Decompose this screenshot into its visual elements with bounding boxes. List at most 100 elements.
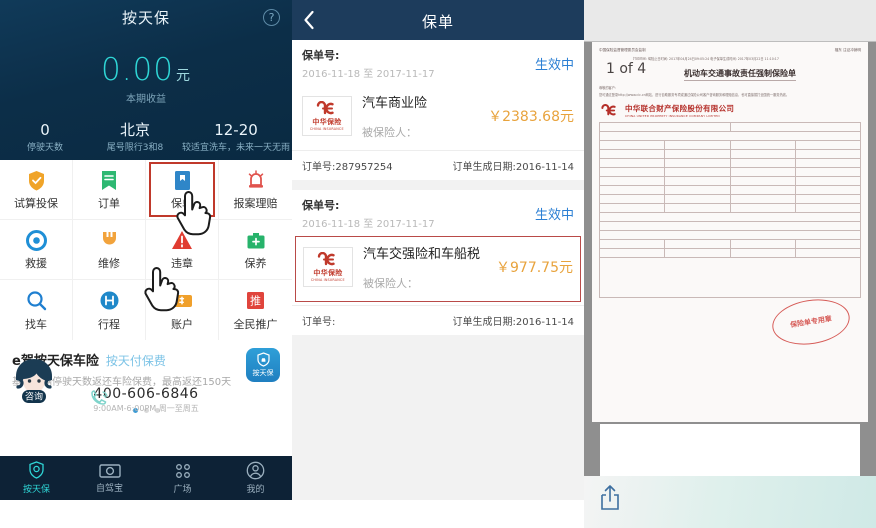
page-indicator: 1 of 4 bbox=[602, 60, 651, 78]
grid-item-violation[interactable]: 违章 bbox=[146, 220, 219, 280]
grid-item-repair[interactable]: 维修 bbox=[73, 220, 146, 280]
document-brand-cn: 中华联合财产保险股份有限公司 bbox=[625, 104, 735, 113]
tab-label: 我的 bbox=[246, 485, 265, 495]
promo-banner[interactable]: e驾按天保车险 按天付保费 基于车辆停驶天数返还车险保费，最高返还150天 按天… bbox=[0, 340, 292, 456]
policy-product-name: 汽车交强险和车船税 bbox=[363, 247, 481, 262]
promo-badge-label: 按天保 bbox=[252, 369, 274, 377]
grid-item-promotion[interactable]: 推 全民推广 bbox=[219, 280, 292, 340]
document-brand: 中华联合财产保险股份有限公司 CHINA UNITED PROPERTY INS… bbox=[599, 103, 861, 118]
policy-list[interactable]: 保单号: 2016-11-18 至 2017-11-17 生效中 中华保险 CH… bbox=[292, 40, 584, 500]
document-brand-en: CHINA UNITED PROPERTY INSURANCE COMPANY … bbox=[625, 114, 720, 118]
grid-item-label: 违章 bbox=[171, 257, 193, 270]
china-insurance-logo: 中华保险 CHINA INSURANCE bbox=[302, 96, 352, 136]
grid-item-account[interactable]: 账户 bbox=[146, 280, 219, 340]
policy-price: ￥2383.68元 bbox=[488, 109, 574, 125]
policy-card-body-selected[interactable]: 中华保险 CHINA INSURANCE 汽车交强险和车船税 被保险人： ￥97… bbox=[295, 236, 581, 302]
stat-item: 0 停驶天数 bbox=[0, 122, 90, 154]
table-row bbox=[599, 122, 861, 132]
policy-page-title: 保单 bbox=[421, 13, 454, 31]
table-row bbox=[598, 248, 862, 258]
page-title: 按天保 bbox=[121, 9, 170, 27]
grid-item-label: 维修 bbox=[98, 257, 120, 270]
tab-mine[interactable]: 我的 bbox=[219, 456, 292, 500]
tab-label: 按天保 bbox=[22, 485, 50, 495]
insurer-name-en: CHINA INSURANCE bbox=[311, 278, 345, 282]
tab-zijiabao[interactable]: 自驾宝 bbox=[73, 456, 146, 500]
panel-app-home: 按天保 ? 0.00 元 本期收益 0 停驶天数 北京 尾号限行3和8 12-20 bbox=[0, 0, 292, 500]
document-brand-side bbox=[860, 108, 861, 114]
policy-price: ￥977.75元 bbox=[496, 260, 573, 276]
document-note-body: 您可通过登录http://www.cic.cn网站，进行自助服务专项或通过保险公… bbox=[599, 93, 790, 97]
grid-item-find-car[interactable]: 找车 bbox=[0, 280, 73, 340]
tab-plaza[interactable]: 广场 bbox=[146, 456, 219, 500]
policy-order-date: 订单生成日期:2016-11-14 bbox=[452, 162, 574, 173]
document-title: 机动车交通事故责任强制保险单 bbox=[684, 68, 796, 81]
home-function-grid: 试算投保 订单 保单 报案理赔 救援 维修 违章 保养 找车 行程 账户 推 全… bbox=[0, 160, 292, 340]
policy-order-no: 订单号:287957254 bbox=[302, 162, 393, 173]
user-circle-icon bbox=[246, 461, 265, 480]
table-row bbox=[599, 221, 861, 231]
regulator-text: 中国保险监督管理委员会监制 bbox=[599, 48, 646, 52]
viewer-topbar bbox=[584, 0, 876, 42]
insurance-policy-document[interactable]: 中国保险监督管理委员会监制 福东 注证冲销明 打印时间: 保险止日时间: 201… bbox=[592, 42, 868, 422]
policy-number-label: 保单号: bbox=[302, 199, 340, 212]
grid-item-label: 保养 bbox=[244, 257, 267, 270]
grid-item-trial-insure[interactable]: 试算投保 bbox=[0, 160, 73, 220]
stat-item: 北京 尾号限行3和8 bbox=[90, 121, 180, 154]
policy-order-date: 订单生成日期:2016-11-14 bbox=[452, 317, 574, 328]
table-row bbox=[598, 140, 862, 150]
phone-ring-icon bbox=[91, 390, 108, 405]
shield-check-icon bbox=[27, 168, 46, 192]
three-panel-screenshot: 按天保 ? 0.00 元 本期收益 0 停驶天数 北京 尾号限行3和8 12-20 bbox=[0, 0, 876, 528]
table-row bbox=[598, 167, 862, 177]
svg-text:推: 推 bbox=[250, 293, 261, 307]
grid-item-label: 救援 bbox=[25, 257, 47, 270]
home-topbar: 按天保 ? bbox=[0, 0, 292, 36]
toolbox-icon bbox=[246, 228, 266, 252]
service-phone[interactable]: 400-606-6846 9:00AM-6:00PM 周一至周五 bbox=[0, 386, 292, 414]
promo-accent: 按天付保费 bbox=[105, 354, 166, 368]
stat-label: 尾号限行3和8 bbox=[106, 143, 164, 153]
shield-location-icon bbox=[29, 461, 44, 479]
tab-antianbao[interactable]: 按天保 bbox=[0, 456, 73, 500]
question-circle-icon[interactable]: ? bbox=[263, 9, 280, 26]
status-badge: 生效中 bbox=[534, 208, 574, 223]
grid-item-trip[interactable]: 行程 bbox=[73, 280, 146, 340]
tab-label: 广场 bbox=[173, 484, 192, 495]
table-row bbox=[598, 194, 862, 204]
grid-item-label: 订单 bbox=[98, 197, 120, 210]
policy-card-body: 中华保险 CHINA INSURANCE 汽车商业险 被保险人： ￥2383.6… bbox=[292, 86, 584, 150]
grid-item-orders[interactable]: 订单 bbox=[73, 160, 146, 220]
warning-triangle-icon bbox=[171, 228, 193, 252]
status-badge: 生效中 bbox=[534, 58, 574, 73]
stat-value: 12-20 bbox=[214, 121, 258, 139]
grid-item-rescue[interactable]: 救援 bbox=[0, 220, 73, 280]
grid-item-claim-report[interactable]: 报案理赔 bbox=[219, 160, 292, 220]
insurer-name-en: CHINA INSURANCE bbox=[310, 127, 344, 131]
table-row bbox=[598, 239, 862, 249]
next-page-preview[interactable] bbox=[600, 424, 860, 476]
alarm-light-icon bbox=[246, 168, 266, 192]
share-up-icon[interactable] bbox=[598, 484, 622, 516]
policy-number-label: 保单号: bbox=[302, 49, 340, 62]
dashcam-icon bbox=[98, 463, 121, 478]
wrench-icon bbox=[100, 228, 119, 252]
service-phone-number: 400-606-6846 bbox=[93, 386, 199, 402]
promote-icon: 推 bbox=[246, 289, 265, 313]
grid-item-label: 全民推广 bbox=[233, 317, 278, 331]
policy-document-icon bbox=[174, 168, 191, 192]
policy-card-footer: 订单号:287957254 订单生成日期:2016-11-14 bbox=[292, 150, 584, 180]
stat-value: 北京 bbox=[119, 121, 150, 139]
grid-item-policy[interactable]: 保单 bbox=[146, 160, 219, 220]
policy-insured-label: 被保险人： bbox=[362, 126, 417, 139]
policy-card[interactable]: 保单号: 2016-11-18 至 2017-11-17 生效中 中华保险 CH… bbox=[292, 190, 584, 335]
document-scroll-area[interactable]: 中国保险监督管理委员会监制 福东 注证冲销明 打印时间: 保险止日时间: 201… bbox=[584, 42, 876, 476]
home-stats-row: 0 停驶天数 北京 尾号限行3和8 12-20 较适宜洗车，未来一天无雨 bbox=[0, 121, 292, 154]
promo-badge[interactable]: 按天保 bbox=[246, 348, 280, 382]
china-insurance-logo: 中华保险 CHINA INSURANCE bbox=[303, 247, 353, 287]
policy-insured-label: 被保险人： bbox=[363, 277, 418, 290]
policy-navbar: 保单 bbox=[292, 0, 584, 40]
policy-date-range: 2016-11-18 至 2017-11-17 bbox=[302, 69, 435, 80]
policy-card[interactable]: 保单号: 2016-11-18 至 2017-11-17 生效中 中华保险 CH… bbox=[292, 40, 584, 180]
grid-item-maintenance[interactable]: 保养 bbox=[219, 220, 292, 280]
